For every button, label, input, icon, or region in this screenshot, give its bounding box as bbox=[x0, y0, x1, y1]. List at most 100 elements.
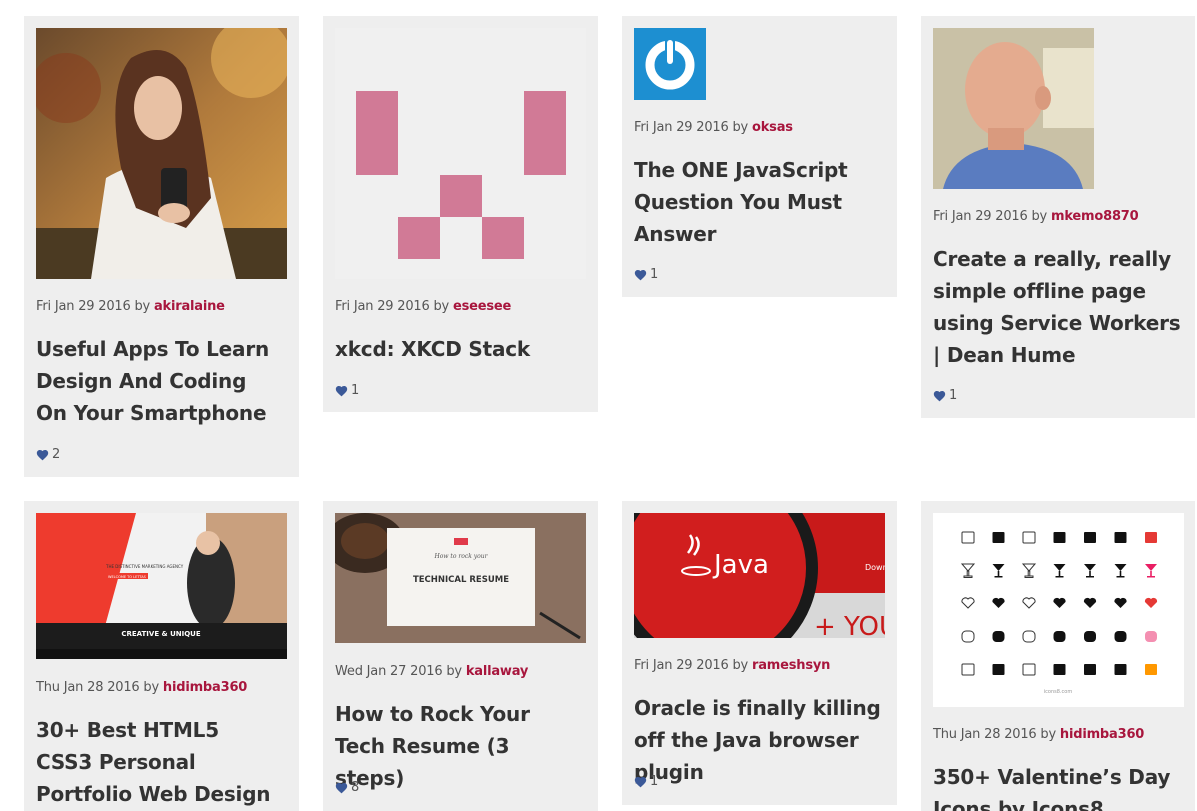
valentine-icon bbox=[1084, 532, 1096, 543]
post-thumbnail[interactable]: Java + YOU Down bbox=[634, 513, 885, 638]
thumb-down-text: Down bbox=[865, 563, 885, 572]
author-link[interactable]: akiralaine bbox=[154, 299, 225, 314]
valentine-icon bbox=[992, 532, 1005, 543]
thumb-big-text: TECHNICAL RESUME bbox=[413, 575, 509, 585]
by-label: by bbox=[134, 299, 151, 314]
author-link[interactable]: kallaway bbox=[466, 664, 529, 679]
post-date: Fri Jan 29 2016 bbox=[36, 299, 131, 314]
valentine-icon bbox=[1053, 664, 1066, 675]
valentine-icon bbox=[1145, 532, 1157, 543]
by-label: by bbox=[446, 664, 462, 679]
valentine-icon bbox=[1114, 631, 1127, 642]
thumb-welcome-text: WELCOME TO LETTAS bbox=[108, 575, 147, 579]
like-count-value: 1 bbox=[650, 774, 659, 789]
post-card: Fri Jan 29 2016 by mkemo8870 Create a re… bbox=[921, 16, 1195, 418]
post-title[interactable]: Create a really, really simple offline p… bbox=[933, 243, 1183, 371]
valentine-icon bbox=[1084, 664, 1096, 675]
author-link[interactable]: hidimba360 bbox=[1060, 727, 1144, 742]
post-title[interactable]: How to Rock Your Tech Resume (3 steps) bbox=[335, 698, 575, 794]
author-link[interactable]: mkemo8870 bbox=[1051, 209, 1139, 224]
post-thumbnail[interactable]: CREATIVE & UNIQUE THE DISTINCTIVE MARKET… bbox=[36, 513, 287, 659]
thumb-hero-text: CREATIVE & UNIQUE bbox=[121, 630, 201, 638]
valentine-icon bbox=[1084, 631, 1096, 642]
post-title[interactable]: Useful Apps To Learn Design And Coding O… bbox=[36, 333, 276, 429]
like-count-value: 1 bbox=[949, 388, 958, 403]
like-count[interactable]: 2 bbox=[36, 447, 60, 462]
like-count-value: 1 bbox=[650, 267, 659, 282]
valentine-icon bbox=[1053, 631, 1066, 642]
author-link[interactable]: oksas bbox=[752, 120, 793, 135]
like-count[interactable]: 1 bbox=[634, 267, 658, 282]
bald-man-photo bbox=[933, 28, 1094, 189]
post-date: Fri Jan 29 2016 bbox=[634, 120, 729, 135]
post-card: CREATIVE & UNIQUE THE DISTINCTIVE MARKET… bbox=[24, 501, 299, 811]
heart-icon bbox=[335, 782, 348, 793]
by-label: by bbox=[1031, 209, 1048, 224]
post-title[interactable]: The ONE JavaScript Question You Must Ans… bbox=[634, 154, 864, 250]
like-count[interactable]: 8 bbox=[335, 780, 359, 795]
power-logo bbox=[634, 28, 706, 100]
heart-icon bbox=[634, 269, 647, 280]
thumb-java-text: Java bbox=[712, 550, 769, 580]
valentine-icon bbox=[1145, 664, 1157, 675]
like-count[interactable]: 1 bbox=[933, 388, 957, 403]
author-link[interactable]: eseesee bbox=[453, 299, 511, 314]
post-card: How to rock your TECHNICAL RESUME Wed Ja… bbox=[323, 501, 598, 811]
post-thumbnail[interactable]: icons8.com bbox=[933, 513, 1184, 707]
post-meta: Thu Jan 28 2016 by hidimba360 bbox=[36, 680, 247, 695]
post-title[interactable]: 30+ Best HTML5 CSS3 Personal Portfolio W… bbox=[36, 714, 276, 811]
post-title[interactable]: Oracle is finally killing off the Java b… bbox=[634, 692, 884, 788]
post-card: icons8.com Thu Jan 28 2016 by hidimba360… bbox=[921, 501, 1195, 811]
thumb-small-text: How to rock your bbox=[434, 553, 489, 560]
post-thumbnail[interactable]: How to rock your TECHNICAL RESUME bbox=[335, 513, 586, 643]
post-meta: Thu Jan 28 2016 by hidimba360 bbox=[933, 727, 1144, 742]
post-card: Java + YOU Down Fri Jan 29 2016 by rames… bbox=[622, 501, 897, 805]
post-card: Fri Jan 29 2016 by oksas The ONE JavaScr… bbox=[622, 16, 897, 297]
like-count[interactable]: 1 bbox=[634, 774, 658, 789]
by-label: by bbox=[732, 658, 749, 673]
author-link[interactable]: hidimba360 bbox=[163, 680, 247, 695]
post-thumbnail[interactable] bbox=[933, 28, 1094, 189]
post-meta: Fri Jan 29 2016 by eseesee bbox=[335, 299, 511, 314]
like-count-value: 8 bbox=[351, 780, 360, 795]
valentine-icons-grid: icons8.com bbox=[933, 513, 1184, 707]
by-label: by bbox=[143, 680, 159, 695]
post-meta: Wed Jan 27 2016 by kallaway bbox=[335, 664, 528, 679]
by-label: by bbox=[433, 299, 450, 314]
like-count-value: 2 bbox=[52, 447, 61, 462]
by-label: by bbox=[732, 120, 749, 135]
thumb-you-text: + YOU bbox=[814, 612, 885, 638]
post-card: Fri Jan 29 2016 by akiralaine Useful App… bbox=[24, 16, 299, 477]
post-date: Thu Jan 28 2016 bbox=[933, 727, 1037, 742]
thumb-credit-text: icons8.com bbox=[1044, 689, 1073, 695]
valentine-icon bbox=[1053, 532, 1066, 543]
post-date: Fri Jan 29 2016 bbox=[933, 209, 1028, 224]
post-meta: Fri Jan 29 2016 by akiralaine bbox=[36, 299, 225, 314]
woman-phone-photo bbox=[36, 28, 287, 279]
post-date: Fri Jan 29 2016 bbox=[335, 299, 430, 314]
post-thumbnail[interactable] bbox=[36, 28, 287, 279]
valentine-icon bbox=[1114, 664, 1127, 675]
heart-icon bbox=[634, 776, 647, 787]
by-label: by bbox=[1040, 727, 1056, 742]
post-thumbnail[interactable] bbox=[335, 28, 586, 279]
post-date: Wed Jan 27 2016 bbox=[335, 664, 443, 679]
like-count[interactable]: 1 bbox=[335, 383, 359, 398]
heart-icon bbox=[335, 385, 348, 396]
heart-icon bbox=[933, 390, 946, 401]
post-meta: Fri Jan 29 2016 by mkemo8870 bbox=[933, 209, 1139, 224]
author-link[interactable]: rameshsyn bbox=[752, 658, 830, 673]
post-thumbnail[interactable] bbox=[634, 28, 706, 100]
heart-icon bbox=[36, 449, 49, 460]
post-title[interactable]: 350+ Valentine’s Day Icons by Icons8 bbox=[933, 761, 1188, 811]
thumb-tag-text: THE DISTINCTIVE MARKETING AGENCY bbox=[105, 564, 184, 569]
post-title[interactable]: xkcd: XKCD Stack bbox=[335, 333, 585, 365]
portfolio-template-preview: CREATIVE & UNIQUE THE DISTINCTIVE MARKET… bbox=[36, 513, 287, 659]
valentine-icon bbox=[1114, 532, 1127, 543]
post-date: Fri Jan 29 2016 bbox=[634, 658, 729, 673]
java-magnifier-photo: Java + YOU Down bbox=[634, 513, 885, 638]
valentine-icon bbox=[992, 664, 1005, 675]
post-date: Thu Jan 28 2016 bbox=[36, 680, 140, 695]
valentine-icon bbox=[1145, 631, 1157, 642]
post-card: Fri Jan 29 2016 by eseesee xkcd: XKCD St… bbox=[323, 16, 598, 412]
